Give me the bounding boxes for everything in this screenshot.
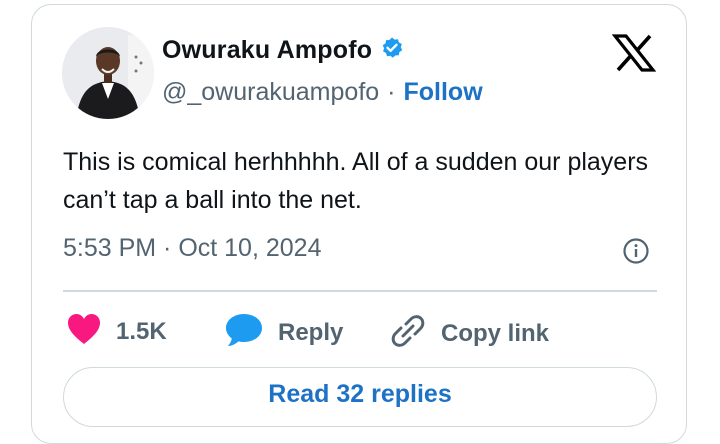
tweet-timestamp[interactable]: 5:53 PM · Oct 10, 2024 bbox=[63, 234, 321, 263]
read-replies-label: Read 32 replies bbox=[268, 380, 452, 408]
x-logo-icon[interactable] bbox=[611, 34, 657, 77]
author-handle[interactable]: @_owurakuampofo bbox=[162, 78, 379, 107]
reply-action[interactable]: Reply bbox=[224, 312, 343, 353]
author-name[interactable]: Owuraku Ampofo bbox=[162, 36, 372, 65]
reply-bubble-icon bbox=[224, 312, 264, 353]
avatar[interactable] bbox=[62, 27, 154, 119]
follow-button[interactable]: Follow bbox=[404, 78, 483, 107]
separator-dot: · bbox=[387, 78, 396, 106]
read-replies-button[interactable]: Read 32 replies bbox=[63, 367, 657, 427]
likes-count: 1.5K bbox=[116, 317, 167, 345]
verified-badge-icon bbox=[380, 36, 404, 65]
tweet-text: This is comical herhhhhh. All of a sudde… bbox=[63, 148, 649, 214]
author-name-row: Owuraku Ampofo bbox=[162, 36, 404, 65]
link-icon bbox=[389, 312, 427, 355]
like-action[interactable]: 1.5K bbox=[66, 312, 167, 351]
reply-label: Reply bbox=[278, 318, 344, 346]
copy-link-label: Copy link bbox=[441, 319, 550, 347]
info-icon[interactable] bbox=[622, 237, 650, 270]
divider bbox=[63, 290, 657, 292]
copy-link-action[interactable]: Copy link bbox=[389, 312, 549, 355]
author-handle-row: @_owurakuampofo · Follow bbox=[162, 78, 483, 107]
heart-icon bbox=[66, 312, 102, 351]
